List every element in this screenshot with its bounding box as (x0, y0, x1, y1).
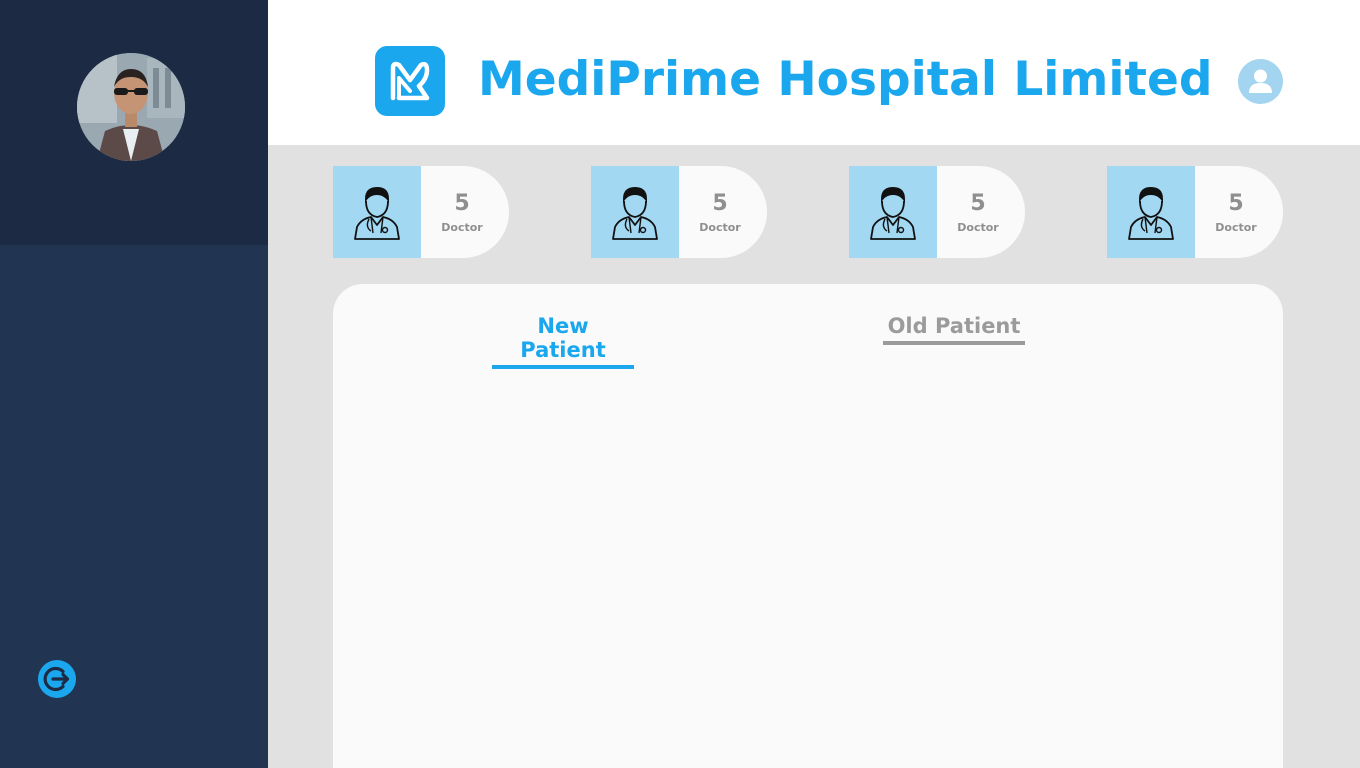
tab-old-patient[interactable]: Old Patient (883, 314, 1025, 345)
stat-value: 5 (970, 190, 986, 216)
stat-label: Doctor (1215, 220, 1257, 234)
stat-card-doctor[interactable]: 5 Doctor (1107, 166, 1283, 258)
stat-value: 5 (1228, 190, 1244, 216)
doctor-icon (870, 187, 916, 240)
tab-new-patient[interactable]: New Patient (492, 314, 634, 369)
mediprime-logo-icon (390, 61, 430, 101)
stat-card-doctor[interactable]: 5 Doctor (333, 166, 509, 258)
stat-label: Doctor (957, 220, 999, 234)
sidebar (0, 0, 268, 768)
stat-body: 5 Doctor (679, 166, 767, 258)
patient-panel: New Patient Old Patient (333, 284, 1283, 768)
brand-logo[interactable] (375, 46, 445, 116)
main-content: 5 Doctor 5 Doctor 5 Doctor 5 Doctor New … (268, 145, 1360, 768)
page-title: MediPrime Hospital Limited (478, 52, 1213, 107)
logout-button[interactable] (38, 660, 76, 698)
stat-card-doctor[interactable]: 5 Doctor (849, 166, 1025, 258)
app-root: MediPrime Hospital Limited 5 Doctor 5 Do… (0, 0, 1360, 768)
stat-icon-box (849, 166, 937, 258)
avatar[interactable] (77, 53, 185, 161)
stat-body: 5 Doctor (1195, 166, 1283, 258)
stat-icon-box (333, 166, 421, 258)
logout-icon (43, 666, 70, 692)
header: MediPrime Hospital Limited (268, 0, 1360, 145)
stat-value: 5 (454, 190, 470, 216)
sidebar-profile-area (0, 0, 268, 245)
doctor-icon (1128, 187, 1174, 240)
doctor-icon (354, 187, 400, 240)
stat-value: 5 (712, 190, 728, 216)
stat-body: 5 Doctor (937, 166, 1025, 258)
stat-icon-box (1107, 166, 1195, 258)
stat-body: 5 Doctor (421, 166, 509, 258)
avatar-photo (77, 53, 185, 161)
stat-label: Doctor (441, 220, 483, 234)
doctor-icon (612, 187, 658, 240)
user-profile-icon (1249, 69, 1272, 93)
stat-card-doctor[interactable]: 5 Doctor (591, 166, 767, 258)
profile-button[interactable] (1238, 59, 1283, 104)
stat-label: Doctor (699, 220, 741, 234)
stat-icon-box (591, 166, 679, 258)
